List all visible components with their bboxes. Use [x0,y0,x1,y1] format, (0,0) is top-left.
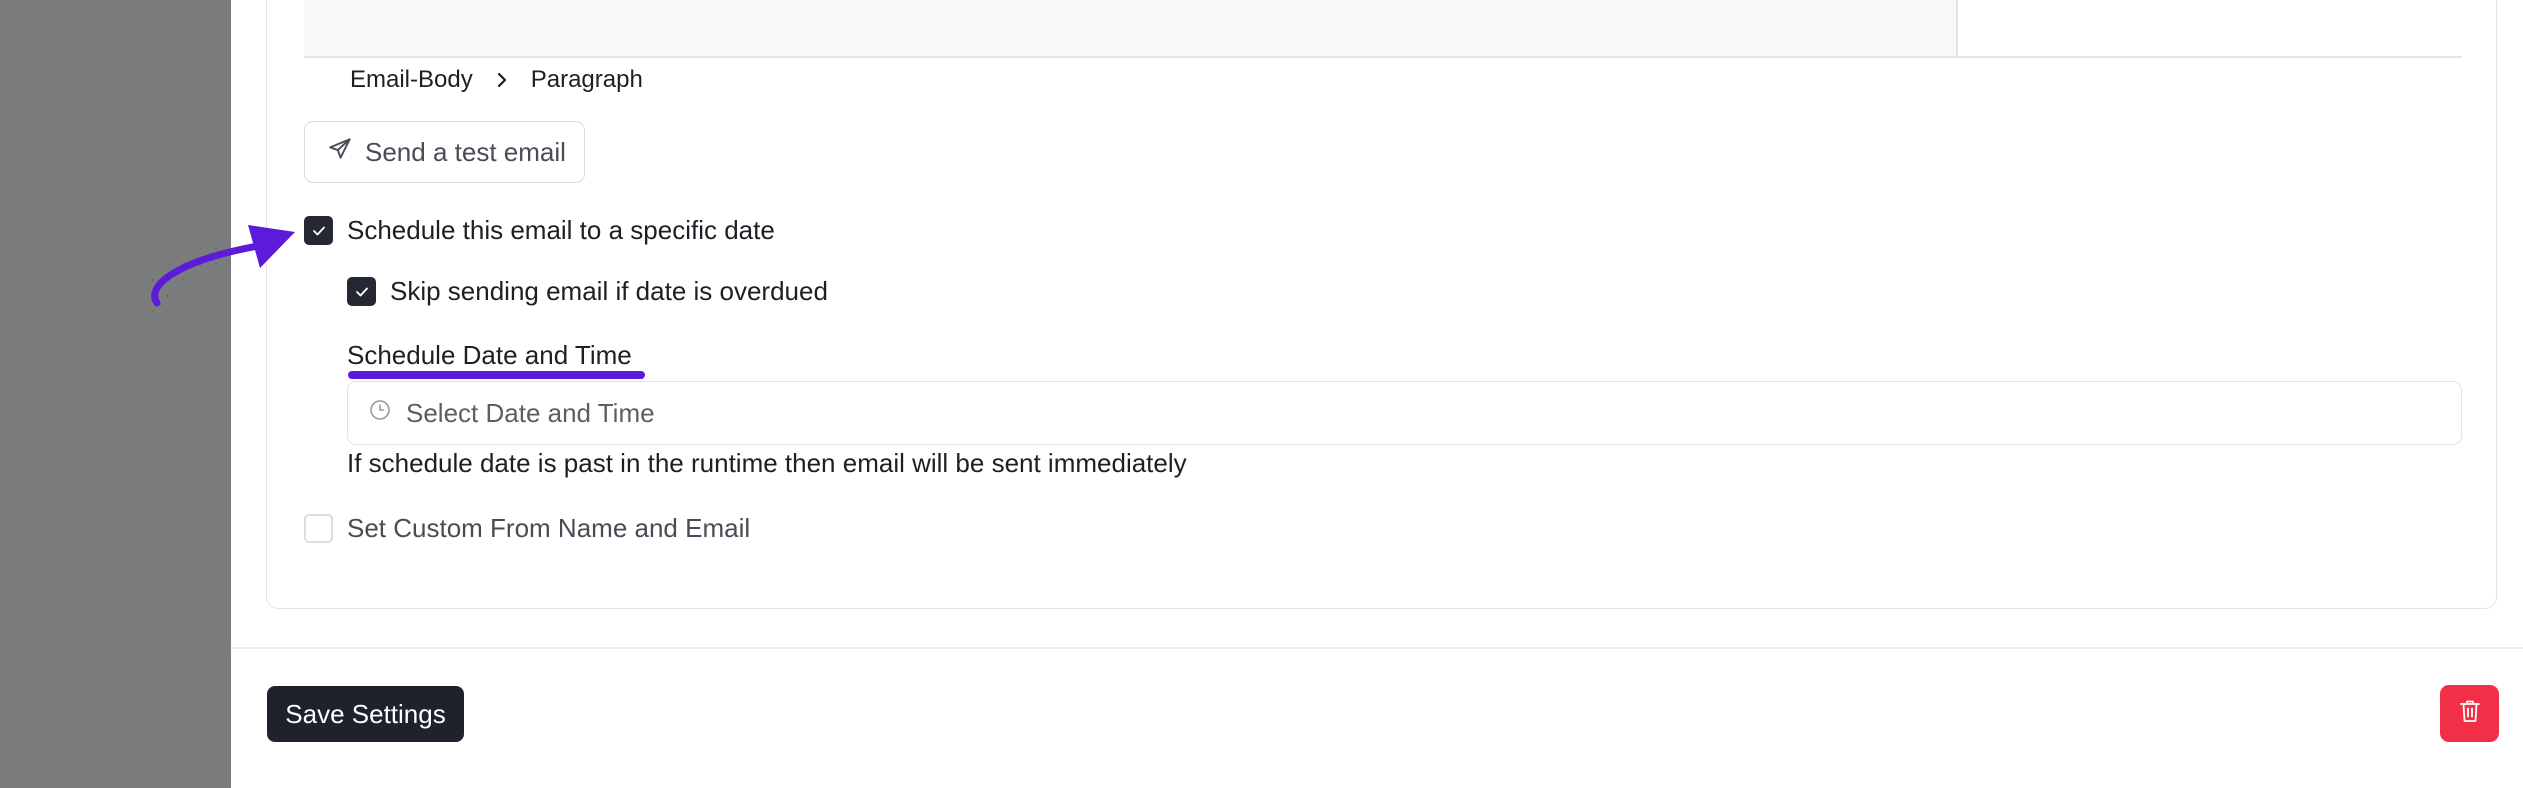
chevron-right-icon [495,71,509,89]
schedule-email-label[interactable]: Schedule this email to a specific date [347,215,775,246]
annotation-underline [348,371,645,379]
schedule-email-checkbox[interactable] [304,216,333,245]
footer-divider [231,647,2523,649]
custom-from-checkbox[interactable] [304,514,333,543]
schedule-date-help-text: If schedule date is past in the runtime … [347,448,1187,478]
send-test-email-button[interactable]: Send a test email [304,121,585,183]
check-icon [355,287,368,296]
breadcrumb-item-paragraph[interactable]: Paragraph [531,66,643,94]
skip-overdue-checkbox[interactable] [347,277,376,306]
breadcrumb: Email-Body Paragraph [350,64,643,96]
breadcrumb-item-email-body[interactable]: Email-Body [350,66,473,94]
email-editor-canvas[interactable] [304,0,1956,56]
annotation-arrow [140,210,310,325]
modal-backdrop [0,0,231,788]
editor-sidebar [1956,0,2462,56]
schedule-date-label: Schedule Date and Time [347,340,632,370]
custom-from-label[interactable]: Set Custom From Name and Email [347,513,750,544]
send-icon [327,136,353,169]
save-settings-button[interactable]: Save Settings [267,686,464,742]
trash-icon [2458,698,2482,729]
schedule-date-placeholder: Select Date and Time [406,397,655,428]
check-icon [312,226,325,235]
send-test-email-label: Send a test email [365,136,566,167]
skip-overdue-label[interactable]: Skip sending email if date is overdued [390,276,828,307]
editor-divider [304,56,2462,58]
schedule-date-input[interactable]: Select Date and Time [347,381,2462,445]
clock-icon [368,398,392,429]
delete-button[interactable] [2440,685,2499,742]
